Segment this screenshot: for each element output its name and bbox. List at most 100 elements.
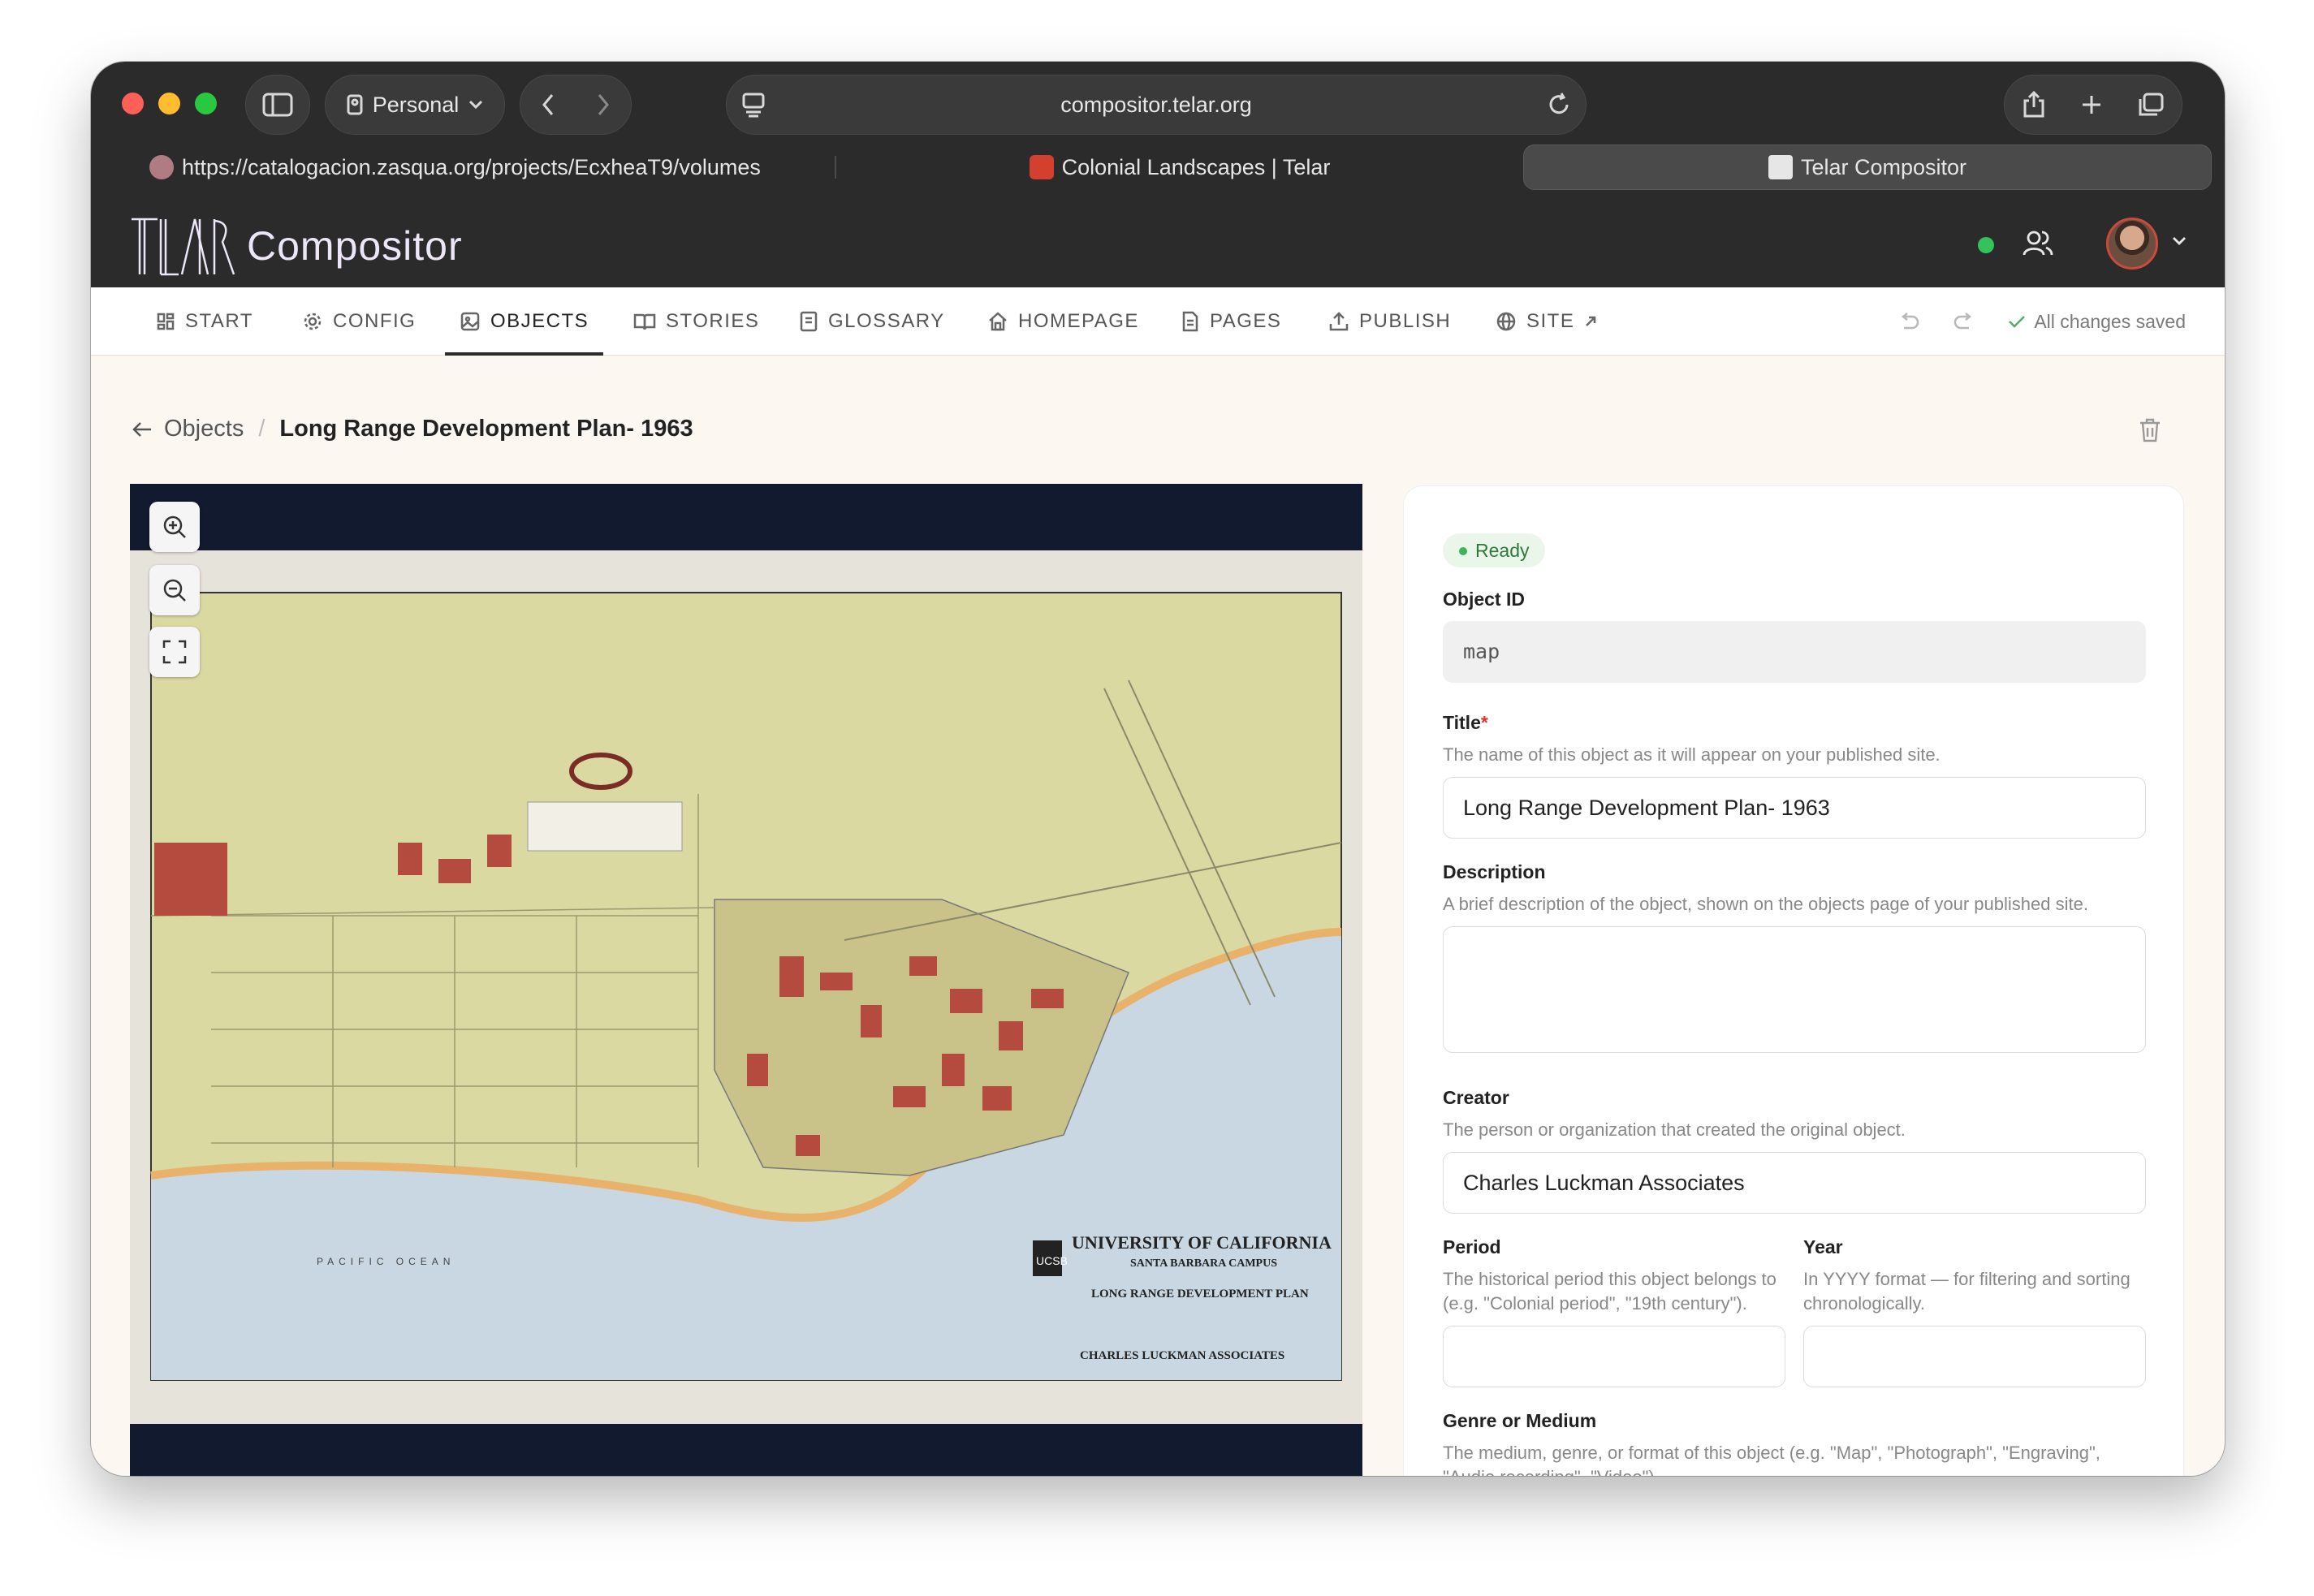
title-input[interactable]: Long Range Development Plan- 1963	[1443, 777, 2146, 839]
tab-label: Colonial Landscapes | Telar	[1061, 154, 1331, 179]
breadcrumb-objects-link[interactable]: Objects	[132, 416, 244, 442]
required-marker: *	[1480, 712, 1488, 733]
nav-objects[interactable]: OBJECTS	[444, 287, 604, 356]
zoom-in-icon	[163, 515, 186, 538]
fullscreen-button[interactable]	[149, 627, 200, 677]
new-tab-icon[interactable]	[2080, 93, 2103, 116]
profile-label: Personal	[372, 92, 460, 117]
title-label: Title*	[1443, 712, 1488, 734]
edit-status-area: All changes saved	[1897, 287, 2186, 356]
creator-help: The person or organization that created …	[1443, 1119, 1906, 1140]
fullscreen-icon	[162, 640, 187, 664]
globe-icon	[1496, 312, 1516, 331]
main-nav: START CONFIG OBJECTS STORIES GLOSSARY HO…	[91, 287, 2225, 356]
nav-publish[interactable]: PUBLISH	[1328, 287, 1451, 356]
telar-favicon-icon	[1029, 155, 1054, 179]
external-link-icon	[1586, 316, 1596, 326]
year-label: Year	[1803, 1236, 1843, 1257]
tab-zasqua[interactable]: https://catalogacion.zasqua.org/projects…	[104, 145, 836, 190]
nav-stories[interactable]: STORIES	[633, 287, 759, 356]
nav-label: PAGES	[1210, 310, 1282, 332]
tab-colonial-landscapes[interactable]: Colonial Landscapes | Telar	[836, 145, 1523, 190]
book-icon	[633, 313, 656, 330]
description-textarea[interactable]	[1443, 926, 2146, 1053]
browser-toolbar: Personal compositor.telar.org https://ca…	[91, 62, 2225, 200]
arrow-left-icon	[132, 421, 151, 437]
profile-button[interactable]: Personal	[325, 75, 505, 135]
zoom-in-button[interactable]	[149, 502, 200, 552]
nav-glossary[interactable]: GLOSSARY	[799, 287, 945, 356]
window-controls	[122, 93, 217, 114]
sidebar-icon	[262, 93, 293, 117]
object-metadata-panel: Ready Object ID map Title* The name of t…	[1403, 485, 2184, 1476]
profile-icon	[347, 94, 363, 115]
description-help: A brief description of the object, shown…	[1443, 894, 2088, 914]
creator-input[interactable]: Charles Luckman Associates	[1443, 1152, 2146, 1214]
glossary-icon	[800, 311, 818, 332]
page-icon	[1182, 311, 1198, 332]
map-title-line3: LONG RANGE DEVELOPMENT PLAN	[1091, 1288, 1309, 1301]
upload-icon	[1329, 312, 1349, 331]
save-status: All changes saved	[2008, 311, 2186, 333]
nav-homepage[interactable]: HOMEPAGE	[987, 287, 1139, 356]
gear-icon	[304, 313, 322, 330]
page-settings-icon[interactable]	[741, 92, 766, 118]
object-id-label: Object ID	[1443, 589, 1525, 610]
tab-label: Telar Compositor	[1800, 154, 1967, 179]
browser-window: Personal compositor.telar.org https://ca…	[91, 62, 2225, 1476]
nav-config[interactable]: CONFIG	[302, 287, 416, 356]
undo-icon[interactable]	[1897, 312, 1920, 331]
redo-icon[interactable]	[1953, 312, 1975, 331]
title-label-text: Title	[1443, 712, 1481, 733]
app-header: Compositor	[91, 200, 2225, 287]
nav-label: GLOSSARY	[828, 310, 945, 332]
period-label: Period	[1443, 1236, 1501, 1257]
nav-site[interactable]: SITE	[1496, 287, 1597, 356]
nav-label: CONFIG	[333, 310, 417, 332]
trash-icon[interactable]	[2139, 417, 2161, 443]
tab-telar-compositor[interactable]: Telar Compositor	[1523, 145, 2212, 190]
telar-logo[interactable]	[130, 214, 235, 276]
share-icon[interactable]	[2022, 91, 2046, 119]
home-icon	[989, 312, 1007, 331]
minimize-window-button[interactable]	[158, 93, 180, 114]
image-viewer[interactable]: UNIVERSITY OF CALIFORNIA SANTA BARBARA C…	[130, 484, 1362, 1476]
breadcrumb-separator: /	[258, 416, 266, 442]
image-icon	[460, 312, 480, 331]
tab-overview-icon[interactable]	[2137, 92, 2165, 118]
ucsb-logo: UCSB	[1036, 1254, 1068, 1267]
nav-label: STORIES	[666, 310, 760, 332]
map-ocean-label: PACIFIC OCEAN	[317, 1256, 455, 1267]
nav-start[interactable]: START	[156, 287, 253, 356]
breadcrumb: Objects / Long Range Development Plan- 1…	[132, 416, 693, 442]
check-icon	[2009, 316, 2026, 328]
save-status-text: All changes saved	[2034, 310, 2186, 332]
year-input[interactable]	[1803, 1326, 2146, 1387]
address-text: compositor.telar.org	[1060, 92, 1252, 117]
nav-pages[interactable]: PAGES	[1181, 287, 1281, 356]
user-avatar[interactable]	[2106, 218, 2158, 270]
users-icon[interactable]	[2022, 227, 2054, 260]
sidebar-toggle-button[interactable]	[245, 75, 310, 135]
period-help: The historical period this object belong…	[1443, 1269, 1777, 1313]
map-title-line1: UNIVERSITY OF CALIFORNIA	[1072, 1232, 1332, 1253]
account-chevron-down-icon[interactable]	[2171, 235, 2187, 247]
back-icon[interactable]	[541, 93, 555, 117]
year-help: In YYYY format — for filtering and sorti…	[1803, 1269, 2131, 1313]
nav-label: PUBLISH	[1359, 310, 1452, 332]
breadcrumb-parent: Objects	[164, 416, 244, 442]
nav-label: OBJECTS	[490, 310, 589, 332]
genre-help: The medium, genre, or format of this obj…	[1443, 1443, 2100, 1476]
zasqua-favicon-icon	[149, 155, 174, 179]
nav-label: START	[185, 310, 253, 332]
compositor-favicon-icon	[1768, 155, 1793, 179]
tab-bar: https://catalogacion.zasqua.org/projects…	[104, 145, 2212, 190]
period-input[interactable]	[1443, 1326, 1785, 1387]
forward-icon[interactable]	[596, 93, 611, 117]
zoom-out-button[interactable]	[149, 565, 200, 615]
nav-label: HOMEPAGE	[1018, 310, 1139, 332]
reload-icon[interactable]	[1547, 92, 1571, 118]
zoom-window-button[interactable]	[195, 93, 217, 114]
address-bar[interactable]: compositor.telar.org	[726, 75, 1587, 135]
close-window-button[interactable]	[122, 93, 144, 114]
